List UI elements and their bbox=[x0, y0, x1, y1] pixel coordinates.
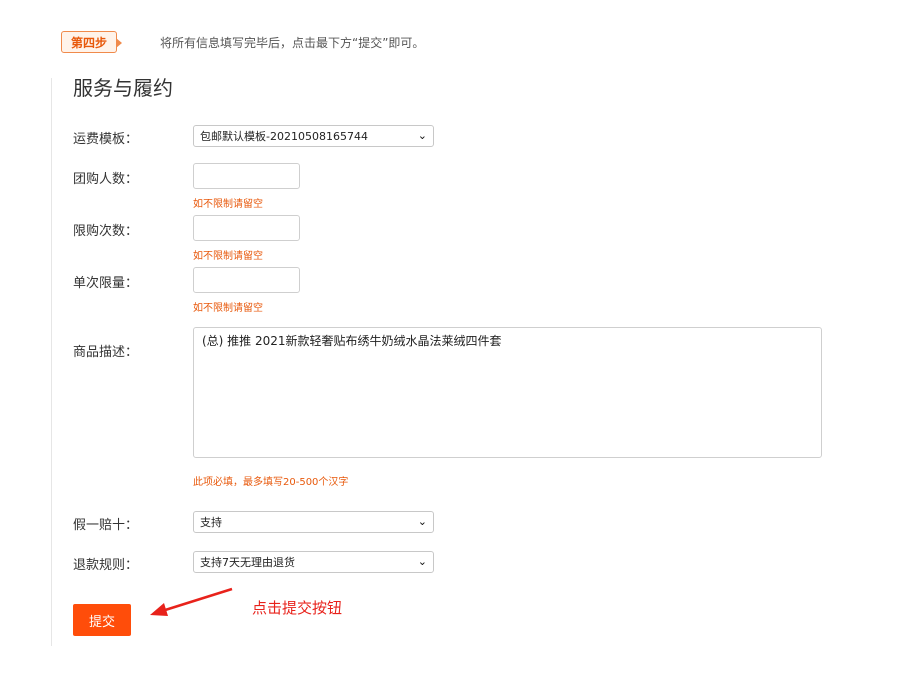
refund-rule-label: 退款规则： bbox=[73, 558, 139, 573]
section-divider bbox=[51, 78, 52, 646]
step-description: 将所有信息填写完毕后，点击最下方“提交”即可。 bbox=[160, 36, 425, 50]
description-label: 商品描述： bbox=[73, 345, 139, 360]
refund-rule-select[interactable]: 支持7天无理由退货 ⌄ bbox=[193, 551, 434, 573]
fake-compensation-select[interactable]: 支持 ⌄ bbox=[193, 511, 434, 533]
single-limit-input[interactable] bbox=[193, 267, 300, 293]
single-limit-hint: 如不限制请留空 bbox=[193, 303, 263, 314]
purchase-limit-hint: 如不限制请留空 bbox=[193, 251, 263, 262]
annotation-text: 点击提交按钮 bbox=[252, 599, 343, 617]
shipping-template-label: 运费模板： bbox=[73, 132, 139, 147]
refund-rule-value: 支持7天无理由退货 bbox=[200, 556, 295, 569]
purchase-limit-input[interactable] bbox=[193, 215, 300, 241]
purchase-limit-label: 限购次数： bbox=[73, 224, 139, 239]
step-badge: 第四步 bbox=[61, 31, 122, 53]
shipping-template-value: 包邮默认模板-20210508165744 bbox=[200, 130, 368, 143]
red-arrow-icon bbox=[150, 587, 233, 616]
single-limit-label: 单次限量： bbox=[73, 276, 139, 291]
chevron-down-icon: ⌄ bbox=[417, 129, 427, 142]
group-size-input[interactable] bbox=[193, 163, 300, 189]
group-size-hint: 如不限制请留空 bbox=[193, 199, 263, 210]
description-textarea[interactable]: (总) 推推 2021新款轻奢贴布绣牛奶绒水晶法莱绒四件套 bbox=[193, 327, 822, 458]
fake-compensation-label: 假一赔十： bbox=[73, 518, 139, 533]
group-size-label: 团购人数： bbox=[73, 172, 139, 187]
chevron-down-icon: ⌄ bbox=[417, 515, 427, 528]
description-hint: 此项必填，最多填写20-500个汉字 bbox=[193, 477, 349, 488]
shipping-template-select[interactable]: 包邮默认模板-20210508165744 ⌄ bbox=[193, 125, 434, 147]
chevron-down-icon: ⌄ bbox=[417, 555, 427, 568]
fake-compensation-value: 支持 bbox=[200, 516, 222, 529]
section-title: 服务与履约 bbox=[73, 76, 173, 100]
submit-button[interactable]: 提交 bbox=[73, 604, 131, 636]
